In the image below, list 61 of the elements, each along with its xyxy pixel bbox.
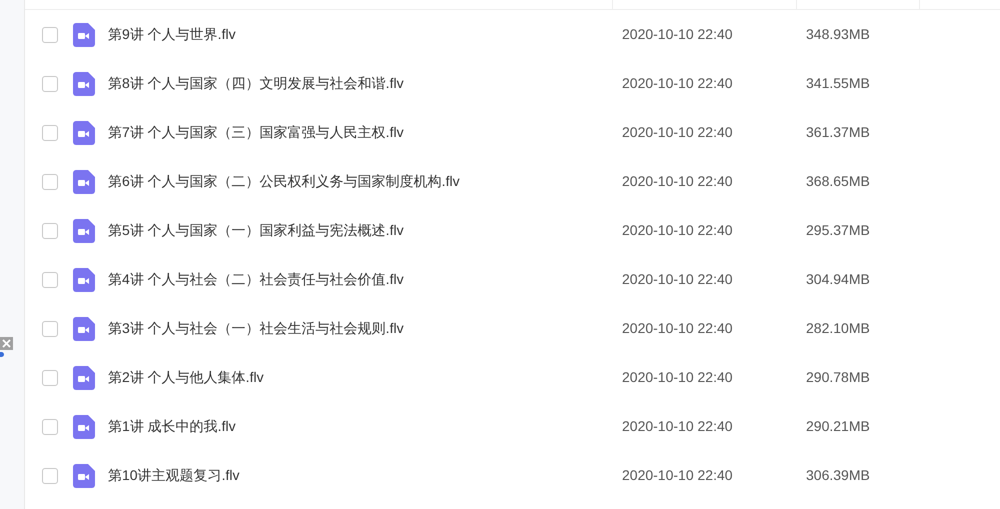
file-size: 361.37MB — [806, 123, 870, 142]
file-row[interactable]: 第7讲 个人与国家（三）国家富强与人民主权.flv 2020-10-10 22:40 361.37MB — [25, 108, 1000, 157]
file-size: 295.37MB — [806, 221, 870, 240]
modified-date: 2020-10-10 22:40 — [622, 74, 734, 93]
file-size: 304.94MB — [806, 270, 870, 289]
file-size: 306.39MB — [806, 466, 870, 485]
file-name[interactable]: 第3讲 个人与社会（一）社会生活与社会规则.flv — [108, 318, 608, 339]
checkbox[interactable] — [42, 370, 58, 386]
checkbox[interactable] — [42, 272, 58, 288]
file-name[interactable]: 第2讲 个人与他人集体.flv — [108, 367, 608, 388]
file-name[interactable]: 第8讲 个人与国家（四）文明发展与社会和谐.flv — [108, 73, 608, 94]
checkbox[interactable] — [42, 320, 58, 336]
file-name[interactable]: 第1讲 成长中的我.flv — [108, 416, 608, 437]
video-file-icon — [73, 218, 95, 242]
modified-date: 2020-10-10 22:40 — [622, 123, 734, 142]
close-icon[interactable] — [0, 337, 13, 350]
modified-date: 2020-10-10 22:40 — [622, 319, 734, 338]
checkbox[interactable] — [42, 468, 58, 484]
file-row[interactable]: 第9讲 个人与世界.flv 2020-10-10 22:40 348.93MB — [25, 10, 1000, 59]
video-file-icon — [73, 268, 95, 292]
video-file-icon — [73, 366, 95, 390]
modified-date: 2020-10-10 22:40 — [622, 466, 734, 485]
modified-date: 2020-10-10 22:40 — [622, 221, 734, 240]
modified-date: 2020-10-10 22:40 — [622, 25, 734, 44]
file-row[interactable]: 第3讲 个人与社会（一）社会生活与社会规则.flv 2020-10-10 22:40 282.10MB — [25, 304, 1000, 353]
file-size: 341.55MB — [806, 74, 870, 93]
file-name[interactable]: 第9讲 个人与世界.flv — [108, 24, 608, 45]
file-row[interactable]: 第6讲 个人与国家（二）公民权利义务与国家制度机构.flv 2020-10-10 22:40 368.65MB — [25, 157, 1000, 206]
file-row[interactable]: 第10讲主观题复习.flv 2020-10-10 22:40 306.39MB — [25, 451, 1000, 500]
file-name[interactable]: 第10讲主观题复习.flv — [108, 465, 608, 486]
checkbox[interactable] — [42, 76, 58, 92]
checkbox[interactable] — [42, 174, 58, 190]
file-row[interactable]: 第4讲 个人与社会（二）社会责任与社会价值.flv 2020-10-10 22:40 304.94MB — [25, 255, 1000, 304]
file-name[interactable]: 第7讲 个人与国家（三）国家富强与人民主权.flv — [108, 122, 608, 143]
checkbox[interactable] — [42, 418, 58, 434]
video-file-icon — [73, 170, 95, 194]
file-size: 290.78MB — [806, 368, 870, 387]
file-row[interactable]: 第8讲 个人与国家（四）文明发展与社会和谐.flv 2020-10-10 22:40 341.55MB — [25, 59, 1000, 108]
file-row[interactable]: 第5讲 个人与国家（一）国家利益与宪法概述.flv 2020-10-10 22:40 295.37MB — [25, 206, 1000, 255]
video-file-icon — [73, 316, 95, 340]
file-name[interactable]: 第5讲 个人与国家（一）国家利益与宪法概述.flv — [108, 220, 608, 241]
file-row[interactable]: 第1讲 成长中的我.flv 2020-10-10 22:40 290.21MB — [25, 402, 1000, 451]
checkbox[interactable] — [42, 222, 58, 238]
modified-date: 2020-10-10 22:40 — [622, 270, 734, 289]
video-file-icon — [73, 22, 95, 46]
file-row[interactable]: 第2讲 个人与他人集体.flv 2020-10-10 22:40 290.78MB — [25, 353, 1000, 402]
checkbox[interactable] — [42, 26, 58, 42]
checkbox[interactable] — [42, 124, 58, 140]
video-file-icon — [73, 414, 95, 438]
video-file-icon — [73, 72, 95, 96]
file-size: 282.10MB — [806, 319, 870, 338]
file-size: 368.65MB — [806, 172, 870, 191]
file-size: 348.93MB — [806, 25, 870, 44]
video-file-icon — [73, 120, 95, 144]
modified-date: 2020-10-10 22:40 — [622, 172, 734, 191]
modified-date: 2020-10-10 22:40 — [622, 417, 734, 436]
file-name[interactable]: 第4讲 个人与社会（二）社会责任与社会价值.flv — [108, 269, 608, 290]
modified-date: 2020-10-10 22:40 — [622, 368, 734, 387]
video-file-icon — [73, 464, 95, 488]
file-size: 290.21MB — [806, 417, 870, 436]
file-name[interactable]: 第6讲 个人与国家（二）公民权利义务与国家制度机构.flv — [108, 171, 608, 192]
